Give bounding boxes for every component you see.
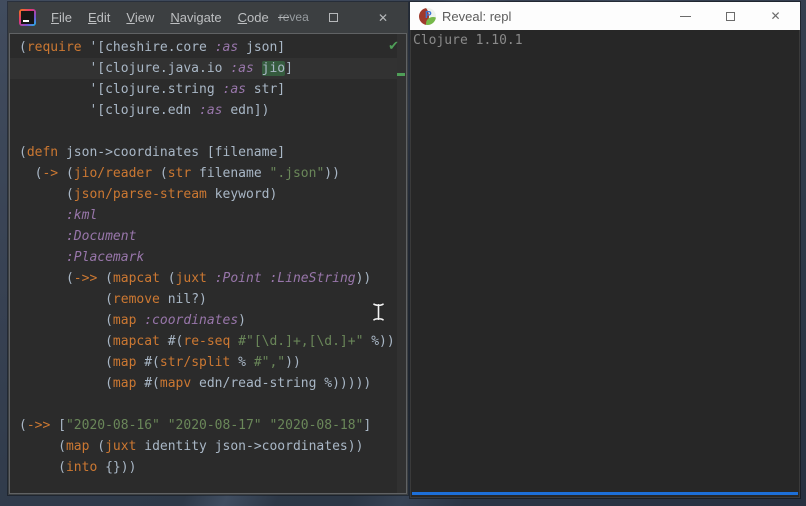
code-line: (into {})) (19, 460, 137, 475)
code-editor[interactable]: (require '[cheshire.core :as json] '[clo… (9, 33, 407, 494)
ide-minimize-button[interactable] (258, 2, 308, 33)
code-line: (remove nil?) (19, 292, 207, 307)
occurrence-marker[interactable] (397, 73, 405, 76)
menu-view[interactable]: View (118, 2, 162, 33)
reveal-app-icon: P (419, 7, 436, 25)
code-line: '[clojure.string :as str] (19, 82, 286, 97)
code-line: :kml (65, 208, 98, 223)
code-line: (-> (jio/reader (str filename ".json")) (19, 166, 340, 181)
repl-output-text: Clojure 1.10.1 (413, 33, 523, 48)
reveal-window: P Reveal: repl ✕ Clojure 1.10.1 (410, 2, 800, 498)
ide-maximize-button[interactable] (308, 2, 358, 33)
reveal-window-controls: ✕ (663, 2, 798, 30)
desktop: { "colors": { "titlebar_bg": "#3c3f41", … (0, 0, 806, 506)
close-icon: ✕ (377, 10, 389, 25)
intellij-app-icon (19, 9, 36, 26)
code-line: (mapcat #(re-seq #"[\d.]+,[\d.]+" %)) (19, 334, 395, 349)
maximize-icon (328, 13, 338, 22)
close-icon: ✕ (770, 9, 781, 23)
code-line: '[clojure.edn :as edn]) (19, 103, 270, 118)
code-line: (map #(mapv edn/read-string %))))) (19, 376, 372, 391)
code-line: :Placemark (65, 250, 145, 265)
code-line: (->> ["2020-08-16" "2020-08-17" "2020-08… (19, 418, 372, 433)
code-line: (defn json->coordinates [filename] (19, 145, 286, 160)
code-line: '[clojure.java.io :as jio] (10, 58, 406, 79)
editor-scroll-stripe[interactable] (397, 34, 406, 493)
minimize-icon (680, 15, 691, 17)
code-line: (map #(str/split % #",")) (19, 355, 301, 370)
code-line: (map (juxt identity json->coordinates)) (19, 439, 364, 454)
repl-input-focus-bar[interactable] (412, 492, 798, 495)
ide-close-button[interactable]: ✕ (358, 2, 408, 33)
code-line: (map :coordinates) (19, 313, 246, 328)
ide-window: File Edit View Navigate Code revea ✕ (re… (8, 2, 408, 495)
maximize-icon (726, 11, 735, 21)
ide-titlebar[interactable]: File Edit View Navigate Code revea ✕ (8, 2, 408, 33)
reveal-close-button[interactable]: ✕ (753, 2, 798, 30)
reveal-minimize-button[interactable] (663, 2, 708, 30)
code-line: (json/parse-stream keyword) (19, 187, 278, 202)
reveal-window-title: Reveal: repl (442, 8, 512, 24)
ide-window-controls: ✕ (258, 2, 408, 33)
menu-navigate[interactable]: Navigate (162, 2, 229, 33)
reveal-maximize-button[interactable] (708, 2, 753, 30)
minimize-icon (277, 17, 289, 18)
reveal-icon-letter: P (425, 9, 432, 21)
reveal-titlebar[interactable]: P Reveal: repl ✕ (410, 2, 800, 30)
repl-output-panel[interactable]: Clojure 1.10.1 (410, 30, 800, 498)
code-area: (require '[cheshire.core :as json] '[clo… (10, 37, 406, 478)
code-line: (->> (mapcat (juxt :Point :LineString)) (19, 271, 372, 286)
code-line: :Document (65, 229, 137, 244)
inspections-check-icon[interactable]: ✔ (388, 39, 399, 52)
code-line: (require '[cheshire.core :as json] (19, 40, 286, 55)
menu-edit[interactable]: Edit (80, 2, 118, 33)
menu-file[interactable]: File (43, 2, 80, 33)
